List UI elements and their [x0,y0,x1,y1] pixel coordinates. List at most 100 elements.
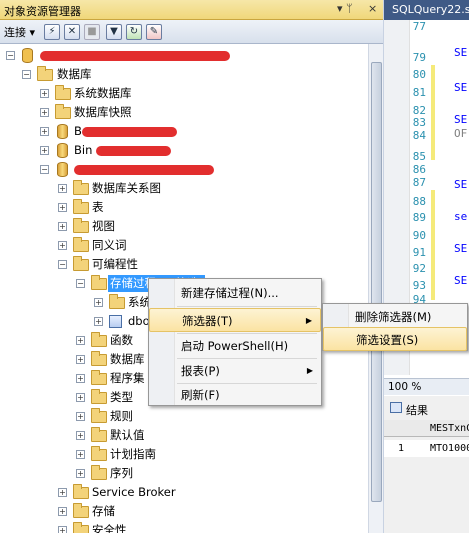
expand-icon[interactable]: + [76,336,85,345]
collapse-icon[interactable]: − [76,279,85,288]
expand-icon[interactable]: + [76,355,85,364]
expand-icon[interactable]: + [94,317,103,326]
expand-icon[interactable]: + [40,127,49,136]
grid-cell[interactable]: MTO1000 [430,443,469,454]
database-icon [57,162,68,177]
expand-icon[interactable]: + [58,241,67,250]
menu-item-filter-settings[interactable]: 筛选设置(S) [323,327,467,351]
expand-icon[interactable]: + [40,89,49,98]
folder-icon [91,275,107,290]
tree-label: 数据库快照 [74,105,132,119]
code-token: OF [454,127,468,140]
folder-icon [91,446,107,461]
expand-icon[interactable]: + [58,488,67,497]
expand-icon[interactable]: + [40,108,49,117]
expand-icon[interactable]: + [76,431,85,440]
refresh-icon[interactable]: ↻ [126,24,142,40]
expand-icon[interactable]: + [76,450,85,459]
menu-separator [177,306,317,307]
results-tab[interactable]: 结果 [406,402,428,418]
expand-icon[interactable]: + [40,146,49,155]
server-icon [22,48,33,63]
redacted-db-name [96,146,171,156]
submenu-arrow-icon: ▶ [306,366,313,375]
line-number: 85 [412,150,426,163]
change-marker [431,65,435,160]
close-icon[interactable]: × [368,2,377,15]
code-token: SE [454,242,468,255]
folder-icon [73,237,89,252]
menu-item-filter[interactable]: 筛选器(T) ▶ [149,308,321,332]
filter-icon[interactable]: ▼ [106,24,122,40]
expand-icon[interactable]: + [76,412,85,421]
menu-item-new-stored-procedure[interactable]: 新建存储过程(N)... [149,281,321,305]
stop-icon[interactable]: ■ [84,24,100,40]
line-number: 80 [412,68,426,81]
redacted-db-name [74,165,214,175]
database-icon [57,143,68,158]
expand-icon[interactable]: + [76,393,85,402]
pin-icon[interactable]: ▾ ᛘ [337,2,353,15]
tree-label: 序列 [110,466,133,480]
tree-label: 数据库 [57,67,92,81]
expand-icon[interactable]: + [58,222,67,231]
filter-submenu: 删除筛选器(M) 筛选设置(S) [322,303,468,351]
line-number: 88 [412,195,426,208]
menu-item-remove-filter[interactable]: 删除筛选器(M) [323,305,467,329]
folder-icon [73,218,89,233]
redacted-db-name [82,127,177,137]
row-number: 1 [398,443,405,454]
folder-icon [91,427,107,442]
line-number: 93 [412,279,426,292]
expand-icon[interactable]: + [76,469,85,478]
tree-label: 默认值 [110,428,145,442]
object-explorer-title-bar: 对象资源管理器 ▾ ᛘ × [0,0,383,20]
disconnect-icon[interactable]: ✕ [64,24,80,40]
folder-icon [55,85,71,100]
expand-icon[interactable]: + [76,374,85,383]
line-number: 86 [412,163,426,176]
expand-icon[interactable]: + [58,203,67,212]
folder-icon [109,294,125,309]
line-number: 92 [412,262,426,275]
code-token: SE [454,274,468,287]
collapse-icon[interactable]: − [40,165,49,174]
expand-icon[interactable]: + [94,298,103,307]
tree-label: 存储 [92,504,115,518]
menu-item-refresh[interactable]: 刷新(F) [149,383,321,407]
activity-monitor-icon[interactable]: ✎ [146,24,162,40]
folder-icon [73,199,89,214]
object-explorer-toolbar: 连接 ▾ ⚡ ✕ ■ ▼ ↻ ✎ [0,20,383,44]
folder-icon [91,370,107,385]
query-editor-panel: SQLQuery22.s 77 79 80 81 82 83 84 85 86 … [384,0,469,533]
tree-label: 视图 [92,219,115,233]
expand-icon[interactable]: + [58,507,67,516]
object-explorer-title: 对象资源管理器 [4,5,81,18]
line-number: 81 [412,86,426,99]
folder-icon [73,522,89,533]
code-token: SE [454,178,468,191]
expand-icon[interactable]: + [58,526,67,533]
expand-icon[interactable]: + [58,184,67,193]
grid-icon [390,402,402,413]
collapse-icon[interactable]: − [6,51,15,60]
tree-label: 数据库 [110,352,145,366]
tree-label: 程序集 [110,371,145,385]
line-number: 79 [412,51,426,64]
collapse-icon[interactable]: − [58,260,67,269]
tree-label: 安全性 [92,523,127,533]
object-explorer-panel: 对象资源管理器 ▾ ᛘ × 连接 ▾ ⚡ ✕ ■ ▼ ↻ ✎ − − 数据库 +… [0,0,383,533]
submenu-arrow-icon: ▶ [305,316,312,325]
connect-icon[interactable]: ⚡ [44,24,60,40]
menu-item-start-powershell[interactable]: 启动 PowerShell(H) [149,334,321,358]
tree-label: Service Broker [92,485,176,499]
collapse-icon[interactable]: − [22,70,31,79]
query-tab[interactable]: SQLQuery22.s [384,0,469,20]
tree-label: 函数 [110,333,133,347]
menu-item-reports[interactable]: 报表(P) ▶ [149,359,321,383]
zoom-selector[interactable]: 100 % [384,378,469,395]
tree-label: 计划指南 [110,447,156,461]
tree-scrollbar[interactable] [368,44,383,533]
connect-button[interactable]: 连接 ▾ [4,24,35,40]
scrollbar-thumb[interactable] [371,62,382,502]
